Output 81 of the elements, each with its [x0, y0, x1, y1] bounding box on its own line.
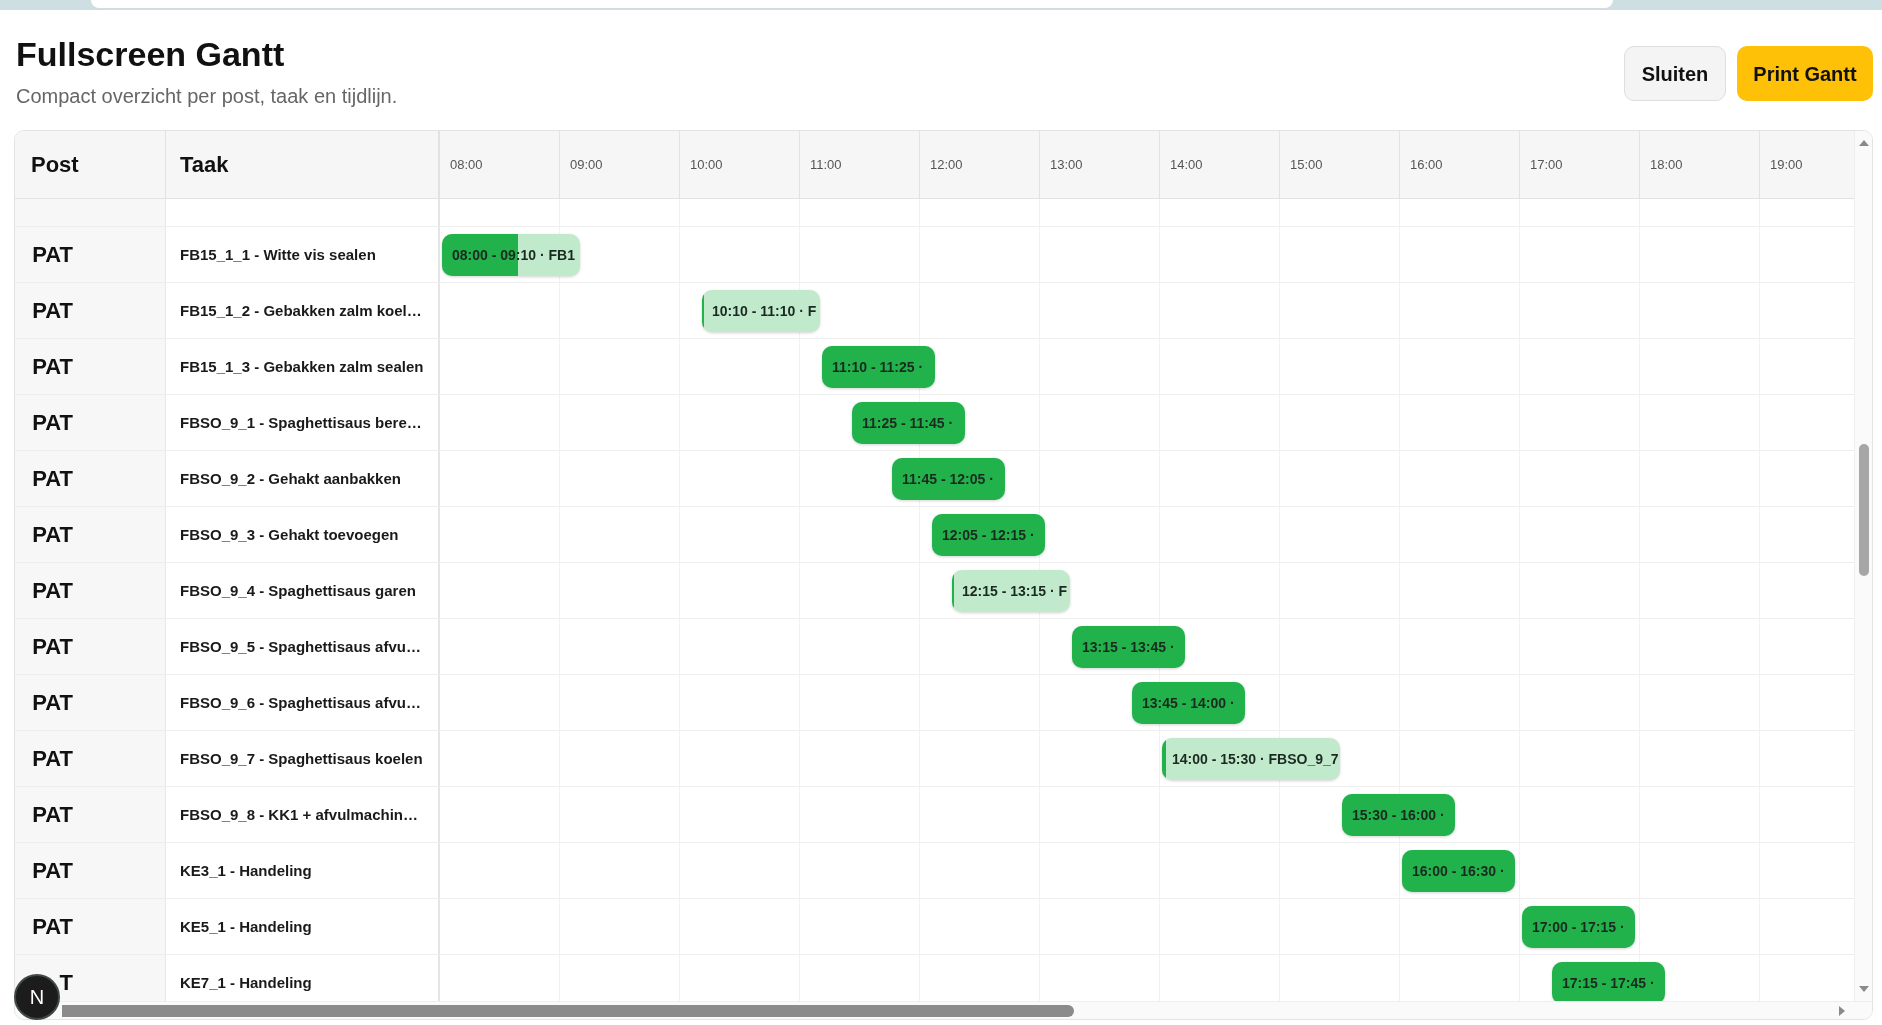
task-bar[interactable]: 17:15 - 17:45 ·	[1552, 962, 1665, 1001]
post-label: T	[59, 970, 73, 995]
task-name: FBSO_9_2 - Gehakt aanbakken	[180, 470, 401, 488]
scroll-right-icon[interactable]	[1839, 1005, 1845, 1016]
scroll-up-icon[interactable]	[1858, 140, 1869, 146]
post-label: PAT	[32, 298, 73, 323]
hour-label: 08:00	[450, 155, 483, 174]
hour-label: 12:00	[930, 155, 963, 174]
task-name: FBSO_9_5 - Spaghettisaus afvu…	[180, 638, 421, 656]
task-name: FBSO_9_4 - Spaghettisaus garen	[180, 582, 416, 600]
task-name: FBSO_9_1 - Spaghettisaus bere…	[180, 414, 422, 432]
task-name: KE5_1 - Handeling	[180, 918, 312, 936]
vertical-scrollbar[interactable]	[1854, 131, 1872, 1001]
post-label: PAT	[32, 242, 73, 267]
post-label: PAT	[32, 578, 73, 603]
task-name: FB15_1_3 - Gebakken zalm sealen	[180, 358, 424, 376]
task-name: KE3_1 - Handeling	[180, 862, 312, 880]
post-label: PAT	[32, 746, 73, 771]
post-label: PAT	[32, 690, 73, 715]
task-bar[interactable]: 11:10 - 11:25 ·	[822, 346, 935, 388]
close-button[interactable]: Sluiten	[1624, 46, 1726, 101]
task-bar[interactable]: 12:05 - 12:15 ·	[932, 514, 1045, 556]
task-name: KE7_1 - Handeling	[180, 974, 312, 992]
post-label: PAT	[32, 858, 73, 883]
column-header: Post	[31, 151, 79, 179]
post-label: PAT	[32, 802, 73, 827]
bar-label: 17:00 - 17:15 ·	[1532, 918, 1625, 937]
bar-label: 08:00 - 09:10 · FB1	[452, 246, 575, 265]
post-label: PAT	[32, 354, 73, 379]
post-label: PAT	[32, 634, 73, 659]
hour-label: 13:00	[1050, 155, 1083, 174]
scroll-down-icon[interactable]	[1858, 986, 1869, 992]
bar-label: 14:00 - 15:30 · FBSO_9_7	[1172, 750, 1339, 769]
bar-label: 10:10 - 11:10 · F	[712, 302, 817, 321]
column-header: Taak	[180, 151, 229, 179]
task-bar[interactable]: 13:45 - 14:00 ·	[1132, 682, 1245, 724]
task-bar[interactable]: 11:25 - 11:45 ·	[852, 402, 965, 444]
hour-label: 19:00	[1770, 155, 1803, 174]
bar-label: 12:15 - 13:15 · F	[962, 582, 1068, 601]
task-bar[interactable]: 08:00 - 09:10 · FB1	[442, 234, 580, 276]
task-name: FBSO_9_3 - Gehakt toevoegen	[180, 526, 399, 544]
bar-label: 11:10 - 11:25 ·	[832, 358, 924, 377]
post-label: PAT	[32, 522, 73, 547]
task-bar[interactable]: 11:45 - 12:05 ·	[892, 458, 1005, 500]
task-name: FB15_1_2 - Gebakken zalm koel…	[180, 302, 422, 320]
post-label: PAT	[32, 914, 73, 939]
bar-label: 11:45 - 12:05 ·	[902, 470, 994, 489]
task-bar[interactable]: 12:15 - 13:15 · F	[952, 570, 1070, 612]
hour-label: 15:00	[1290, 155, 1323, 174]
task-bar[interactable]: 15:30 - 16:00 ·	[1342, 794, 1455, 836]
task-name: FBSO_9_8 - KK1 + afvulmachin…	[180, 806, 418, 824]
task-bar[interactable]: 14:00 - 15:30 · FBSO_9_7	[1162, 738, 1340, 780]
task-bar[interactable]: 17:00 - 17:15 ·	[1522, 906, 1635, 948]
bar-label: 13:15 - 13:45 ·	[1082, 638, 1175, 657]
task-bar[interactable]: 10:10 - 11:10 · F	[702, 290, 820, 332]
task-name: FBSO_9_6 - Spaghettisaus afvu…	[180, 694, 421, 712]
task-name: FBSO_9_7 - Spaghettisaus koelen	[180, 750, 423, 768]
print-button[interactable]: Print Gantt	[1737, 46, 1873, 101]
post-label: PAT	[32, 410, 73, 435]
hour-label: 16:00	[1410, 155, 1443, 174]
bar-label: 17:15 - 17:45 ·	[1562, 974, 1655, 993]
task-bar[interactable]: 13:15 - 13:45 ·	[1072, 626, 1185, 668]
task-bar[interactable]: 16:00 - 16:30 ·	[1402, 850, 1515, 892]
hour-label: 10:00	[690, 155, 723, 174]
bar-label: 16:00 - 16:30 ·	[1412, 862, 1505, 881]
post-label: PAT	[32, 466, 73, 491]
page-title: Fullscreen Gantt	[16, 34, 285, 74]
hour-label: 14:00	[1170, 155, 1203, 174]
bar-label: 15:30 - 16:00 ·	[1352, 806, 1445, 825]
bar-label: 12:05 - 12:15 ·	[942, 526, 1035, 545]
hour-label: 17:00	[1530, 155, 1563, 174]
scrollbar-thumb[interactable]	[1858, 444, 1869, 576]
input-field[interactable]	[90, 0, 1614, 9]
page-subtitle: Compact overzicht per post, taak en tijdlijn.	[16, 84, 398, 109]
bar-label: 13:45 - 14:00 ·	[1142, 694, 1235, 713]
task-name: FB15_1_1 - Witte vis sealen	[180, 246, 376, 264]
bar-label: 11:25 - 11:45 ·	[862, 414, 954, 433]
scrollbar-thumb[interactable]	[62, 1004, 1074, 1017]
hour-label: 11:00	[810, 155, 842, 174]
hour-label: 18:00	[1650, 155, 1683, 174]
hour-label: 09:00	[570, 155, 603, 174]
